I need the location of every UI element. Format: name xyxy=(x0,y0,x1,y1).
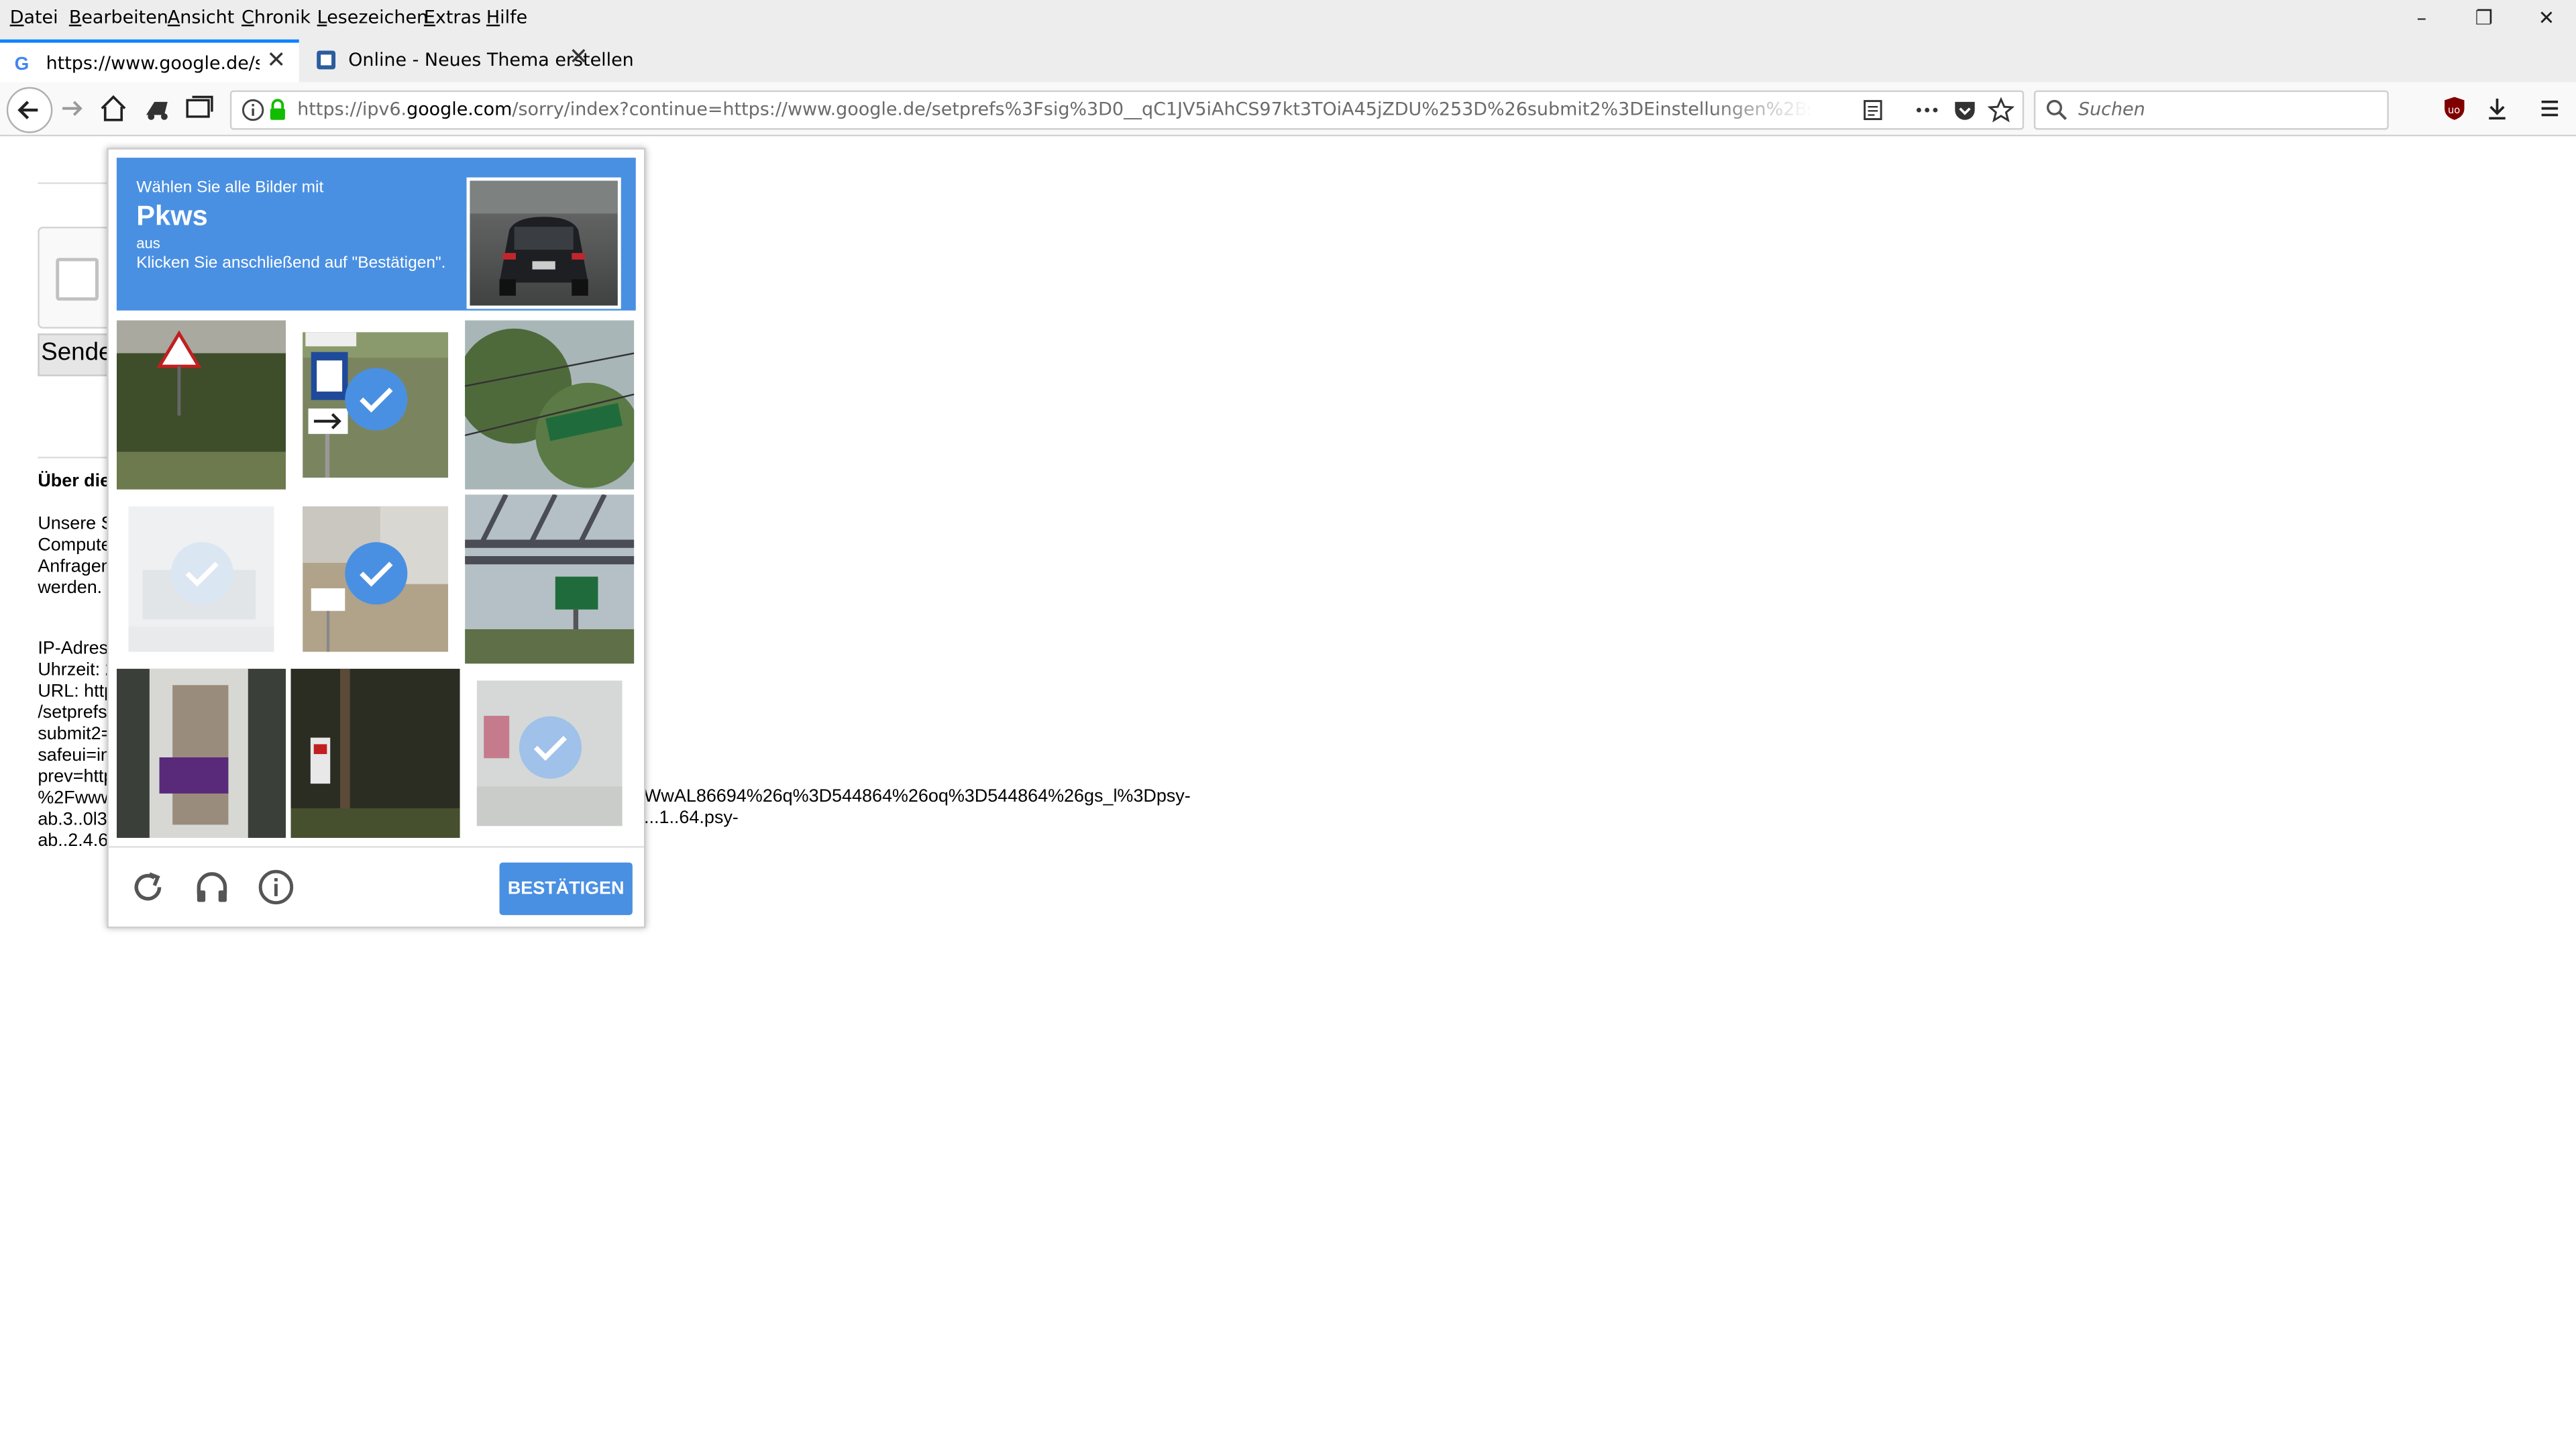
detail-text-continued: WwAL86694%26q%3D544864%26oq%3D544864%26g… xyxy=(644,787,1191,807)
info-circle-icon[interactable] xyxy=(256,867,296,907)
close-tab-icon[interactable]: ✕ xyxy=(569,44,588,70)
close-window-button[interactable]: ✕ xyxy=(2514,3,2576,33)
menu-ansicht[interactable]: Ansicht xyxy=(168,7,234,28)
search-bar[interactable]: Suchen xyxy=(2033,90,2389,130)
tile-warning-sign-hedge xyxy=(116,320,286,490)
ublock-icon[interactable]: uo xyxy=(2441,95,2467,121)
lock-icon xyxy=(270,99,285,120)
detail-text: ab.3..0l3 xyxy=(38,810,107,830)
tab-online-thema[interactable]: Online - Neues Thema erstellen ✕ xyxy=(303,40,634,83)
detail-text: Uhrzeit: 2 xyxy=(38,660,115,680)
info-heading: Über die xyxy=(38,471,111,492)
svg-text:uo: uo xyxy=(2448,105,2460,116)
forward-arrow-icon[interactable] xyxy=(54,91,91,127)
image-tile-selected[interactable] xyxy=(290,321,460,490)
download-icon[interactable] xyxy=(2484,95,2510,121)
image-tile[interactable] xyxy=(116,320,286,490)
image-tile[interactable] xyxy=(465,320,635,490)
info-text: Unsere S xyxy=(38,514,113,534)
sync-tabs-icon[interactable] xyxy=(180,91,217,127)
footer-divider xyxy=(108,846,645,848)
instruction-text: aus xyxy=(136,235,160,252)
detail-text: prev=http xyxy=(38,767,114,788)
close-tab-icon[interactable]: ✕ xyxy=(266,48,286,74)
more-actions-icon[interactable] xyxy=(1914,99,1940,121)
extension-icon[interactable] xyxy=(140,91,176,127)
info-text: Compute xyxy=(38,535,111,555)
verify-button[interactable]: BESTÄTIGEN xyxy=(499,862,633,916)
image-tile[interactable] xyxy=(116,668,286,838)
selected-check-icon xyxy=(345,542,408,605)
image-tile[interactable] xyxy=(290,668,460,838)
sample-car-image xyxy=(466,177,621,309)
pocket-icon[interactable] xyxy=(1951,97,1978,123)
detail-text: IP-Adres xyxy=(38,639,109,659)
tile-overpass-sign xyxy=(465,494,635,664)
info-text: Anfragen xyxy=(38,557,111,577)
tab-label: Online - Neues Thema erstellen xyxy=(348,49,634,71)
detail-text: %2Fwww xyxy=(38,788,115,808)
tab-google-setprefs[interactable]: G https://www.google.de/setpref ✕ xyxy=(0,39,299,84)
headphones-icon[interactable] xyxy=(193,867,232,907)
maximize-button[interactable]: ❐ xyxy=(2451,3,2517,33)
navigation-toolbar: https://ipv6.google.com/sorry/index?cont… xyxy=(0,82,2576,137)
instruction-text: Wählen Sie alle Bilder mit xyxy=(136,178,324,197)
recaptcha-challenge: Wählen Sie alle Bilder mit Pkws aus Klic… xyxy=(107,148,646,928)
url-text: https://ipv6.google.com/sorry/index?cont… xyxy=(297,98,1809,120)
hamburger-menu-icon[interactable] xyxy=(2536,95,2563,121)
menu-hilfe[interactable]: Hilfe xyxy=(486,7,527,28)
reader-view-icon[interactable] xyxy=(1862,99,1884,121)
image-tile-selected[interactable] xyxy=(117,494,286,663)
svg-text:G: G xyxy=(15,53,30,74)
image-tile-selected[interactable] xyxy=(290,494,460,663)
detail-text: URL: http xyxy=(38,682,115,702)
tab-label: https://www.google.de/setpref xyxy=(46,52,260,74)
instruction-text: Klicken Sie anschließend auf "Bestätigen… xyxy=(136,254,446,273)
menu-extras[interactable]: Extras xyxy=(424,7,481,28)
image-tile-selected[interactable] xyxy=(465,669,634,838)
detail-text: ab..2.4.6 xyxy=(38,831,109,851)
image-tile[interactable] xyxy=(465,494,635,664)
info-icon[interactable] xyxy=(241,99,264,121)
detail-text: submit2= xyxy=(38,724,112,745)
search-icon xyxy=(2046,99,2068,120)
tile-door-avenue-sign xyxy=(116,668,286,838)
address-bar[interactable]: https://ipv6.google.com/sorry/index?cont… xyxy=(229,90,2025,130)
info-text: werden. xyxy=(38,578,103,598)
menu-bearbeiten[interactable]: Bearbeiten xyxy=(69,7,168,28)
reload-icon[interactable] xyxy=(128,867,168,907)
menu-bar: Datei Bearbeiten Ansicht Chronik Lesezei… xyxy=(0,0,2576,36)
arrow-left-icon xyxy=(17,101,38,119)
forum-favicon-icon xyxy=(317,50,336,70)
tile-dark-post xyxy=(290,668,460,838)
google-favicon-icon: G xyxy=(15,53,30,74)
detail-text: safeui=in xyxy=(38,745,111,766)
image-grid xyxy=(116,320,636,840)
selected-check-icon xyxy=(519,716,582,779)
detail-text-continued: ...1..64.psy- xyxy=(644,808,739,828)
search-input[interactable]: Suchen xyxy=(2078,99,2145,120)
menu-lesezeichen[interactable]: Lesezeichen xyxy=(317,7,428,28)
selected-check-icon xyxy=(345,368,408,431)
menu-datei[interactable]: Datei xyxy=(10,7,58,28)
detail-text: /setprefs xyxy=(38,703,107,723)
tile-street-sign-tree xyxy=(465,320,635,490)
menu-chronik[interactable]: Chronik xyxy=(241,7,311,28)
challenge-header: Wählen Sie alle Bilder mit Pkws aus Klic… xyxy=(116,158,636,311)
home-icon[interactable] xyxy=(95,91,131,127)
selected-check-icon xyxy=(170,542,233,605)
back-button[interactable] xyxy=(6,87,53,133)
target-keyword: Pkws xyxy=(136,200,208,232)
recaptcha-checkbox[interactable] xyxy=(56,258,99,301)
tab-strip: G https://www.google.de/setpref ✕ Online… xyxy=(0,36,2576,115)
minimize-button[interactable]: – xyxy=(2389,3,2455,33)
bookmark-star-icon[interactable] xyxy=(1988,97,2015,123)
